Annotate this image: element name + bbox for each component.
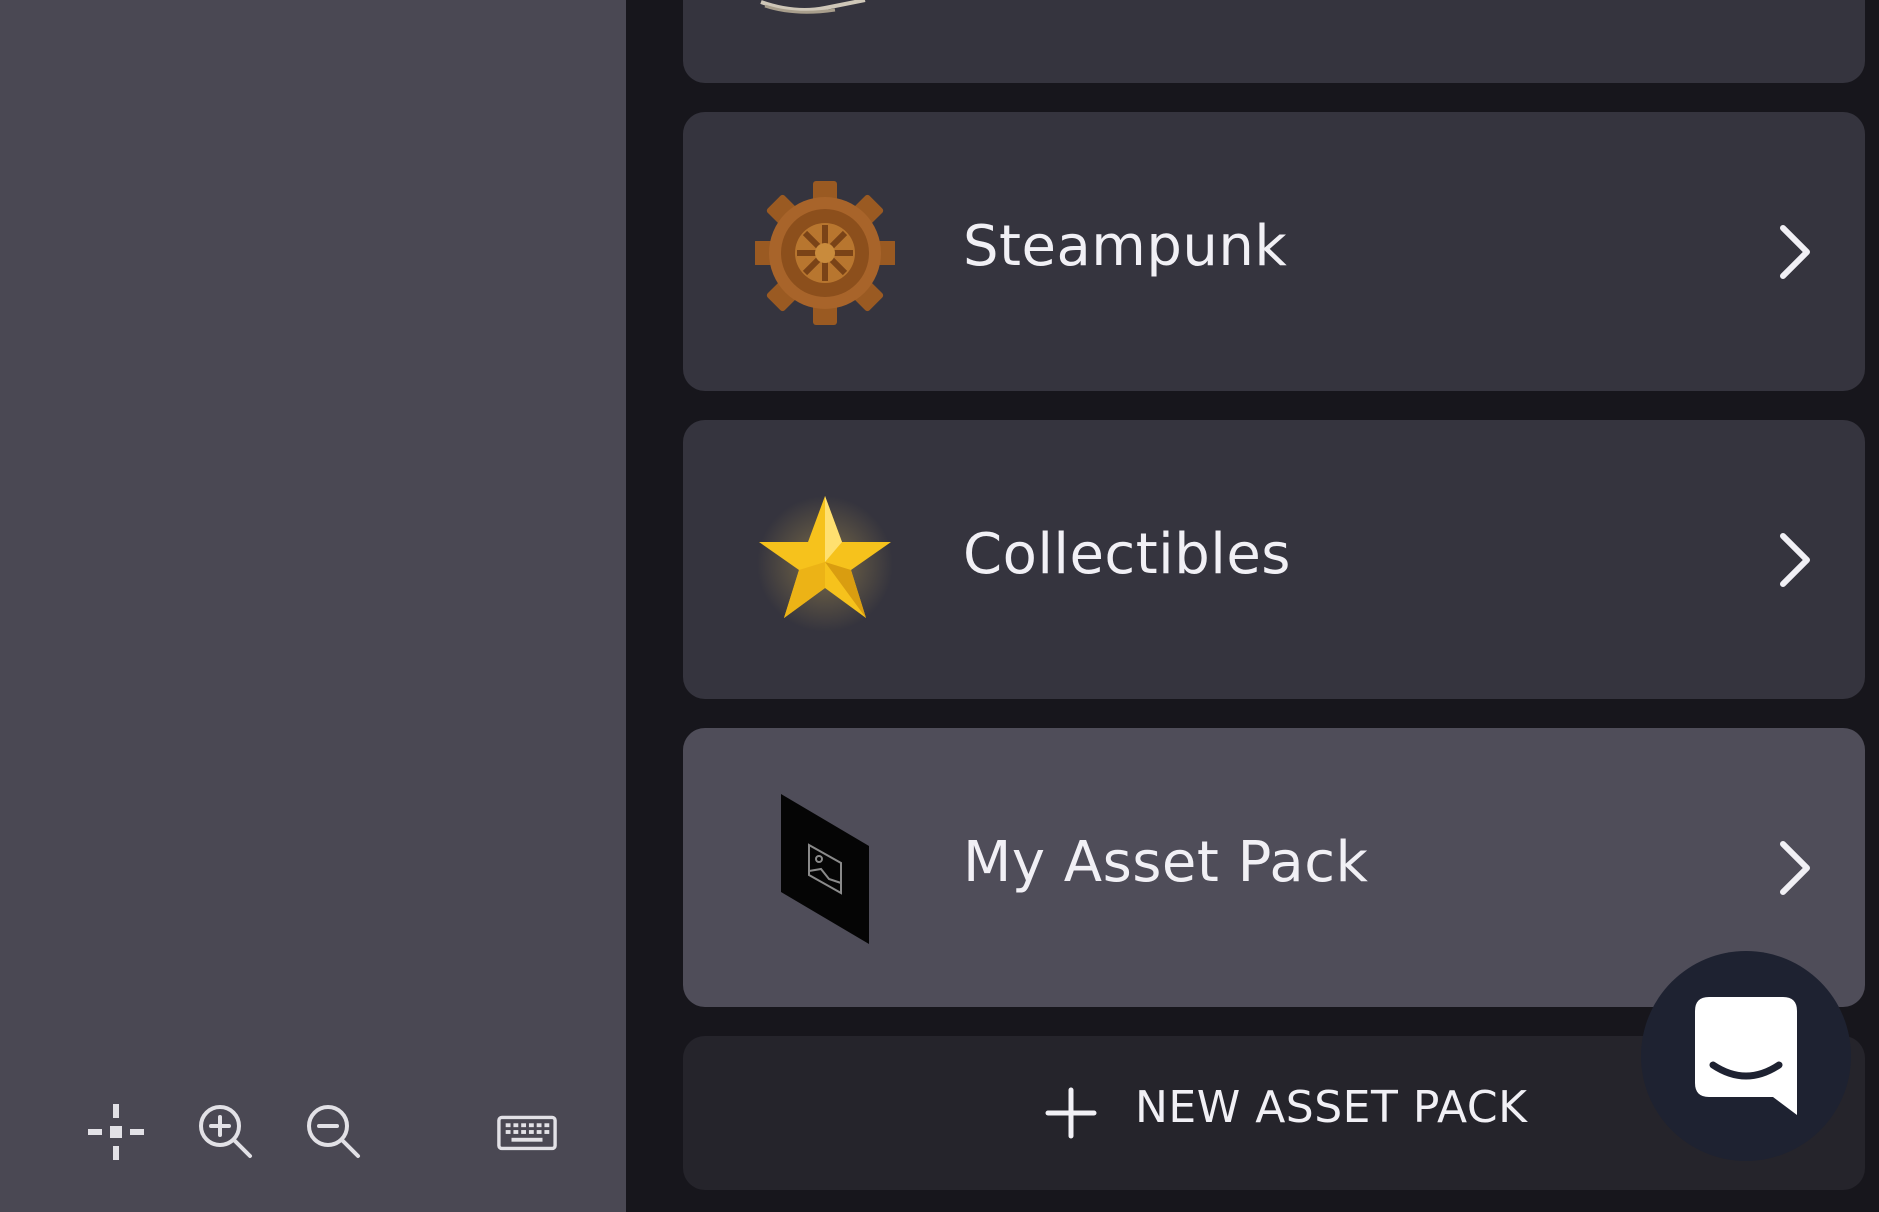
asset-thumbnail-partial — [755, 0, 895, 28]
asset-pack-card-collectibles[interactable]: Collectibles — [683, 420, 1865, 699]
chevron-right-icon — [1775, 530, 1815, 590]
image-placeholder-icon — [755, 794, 895, 944]
keyboard-icon[interactable] — [496, 1100, 558, 1164]
asset-pack-card-partial[interactable] — [683, 0, 1865, 83]
asset-pack-label: Collectibles — [963, 522, 1291, 587]
plus-icon — [1045, 1087, 1097, 1139]
gear-icon — [755, 178, 895, 328]
chat-support-button[interactable] — [1641, 951, 1851, 1161]
move-crosshair-icon[interactable] — [84, 1100, 148, 1164]
chevron-right-icon — [1775, 838, 1815, 898]
zoom-out-icon[interactable] — [302, 1100, 366, 1164]
chat-smile-icon — [1695, 997, 1797, 1115]
zoom-in-icon[interactable] — [194, 1100, 258, 1164]
viewport-panel — [0, 0, 626, 1212]
asset-pack-label: Steampunk — [963, 214, 1288, 279]
star-icon — [755, 484, 895, 634]
new-asset-pack-label: NEW ASSET PACK — [1135, 1082, 1528, 1133]
asset-pack-label: My Asset Pack — [963, 830, 1369, 895]
chevron-right-icon — [1775, 222, 1815, 282]
asset-pack-card-my-asset-pack[interactable]: My Asset Pack — [683, 728, 1865, 1007]
asset-pack-card-steampunk[interactable]: Steampunk — [683, 112, 1865, 391]
